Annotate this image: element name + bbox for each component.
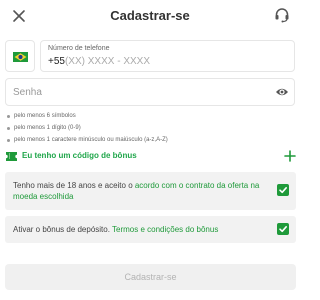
ticket-icon bbox=[5, 151, 18, 162]
country-selector[interactable] bbox=[5, 40, 35, 72]
bullet-dot bbox=[7, 115, 10, 118]
bonus-code-toggle[interactable]: Eu tenho um código de bônus bbox=[5, 150, 296, 164]
password-field[interactable] bbox=[5, 78, 295, 106]
plus-icon[interactable] bbox=[284, 150, 296, 162]
password-rule: pelo menos 1 dígito (0-9) bbox=[6, 122, 296, 134]
register-button[interactable]: Cadastrar-se bbox=[5, 264, 296, 290]
age-consent-checkbox[interactable] bbox=[277, 184, 289, 196]
password-rule: pelo menos 1 caractere minúsculo ou maiú… bbox=[6, 134, 296, 146]
phone-label: Número de telefone bbox=[48, 45, 110, 52]
phone-input[interactable]: +55(XX) XXXX - XXXX bbox=[48, 56, 150, 67]
brazil-flag-icon bbox=[13, 52, 28, 62]
page-title: Cadastrar-se bbox=[110, 8, 190, 23]
headset-support-icon[interactable] bbox=[273, 6, 291, 24]
deposit-bonus-text: Ativar o bônus de depósito. Termos e con… bbox=[13, 225, 219, 234]
header: Cadastrar-se bbox=[0, 0, 300, 32]
password-rules: pelo menos 6 símbolos pelo menos 1 dígit… bbox=[6, 110, 296, 146]
password-rule: pelo menos 6 símbolos bbox=[6, 110, 296, 122]
deposit-bonus-consent: Ativar o bônus de depósito. Termos e con… bbox=[5, 216, 296, 243]
eye-icon[interactable] bbox=[275, 86, 289, 98]
bonus-code-label: Eu tenho um código de bônus bbox=[22, 151, 137, 160]
age-consent: Tenho mais de 18 anos e aceito o acordo … bbox=[5, 172, 296, 210]
bullet-dot bbox=[7, 139, 10, 142]
age-consent-text: Tenho mais de 18 anos e aceito o acordo … bbox=[13, 181, 260, 201]
phone-prefix: +55 bbox=[48, 56, 65, 67]
phone-field[interactable]: Número de telefone +55(XX) XXXX - XXXX bbox=[40, 40, 295, 72]
phone-placeholder: (XX) XXXX - XXXX bbox=[64, 56, 150, 67]
deposit-bonus-checkbox[interactable] bbox=[277, 223, 289, 235]
password-input[interactable] bbox=[6, 79, 266, 105]
bonus-terms-link[interactable]: Termos e condições do bônus bbox=[112, 225, 218, 234]
bullet-dot bbox=[7, 127, 10, 130]
